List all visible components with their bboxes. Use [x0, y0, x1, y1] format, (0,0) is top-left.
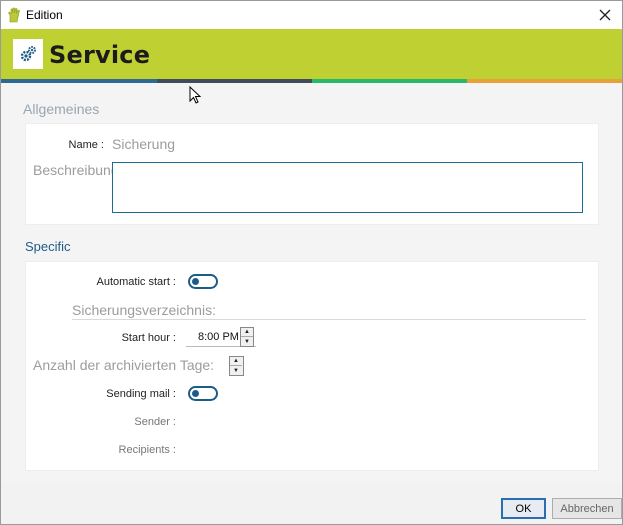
- sending-mail-label: Sending mail :: [106, 388, 176, 400]
- spin-up-icon[interactable]: ▲: [230, 357, 242, 366]
- name-label: Name :: [68, 139, 104, 151]
- cancel-button[interactable]: Abbrechen: [552, 498, 622, 519]
- sending-mail-toggle[interactable]: [188, 386, 218, 401]
- description-textarea[interactable]: [112, 162, 583, 213]
- archived-days-spinner[interactable]: ▲ ▼: [229, 356, 244, 376]
- window-title: Edition: [26, 8, 63, 22]
- start-hour-spinner[interactable]: ▲ ▼: [240, 327, 254, 347]
- start-hour-value: 8:00 PM: [198, 331, 239, 343]
- automatic-start-toggle[interactable]: [188, 274, 218, 289]
- service-banner: Service: [1, 29, 622, 79]
- name-field[interactable]: Sicherung: [112, 136, 175, 152]
- close-icon: [599, 9, 611, 21]
- edition-dialog: Edition Service Allgemeines Name : Siche…: [0, 0, 623, 525]
- page-title: Service: [49, 41, 151, 69]
- specific-panel: Automatic start : Sicherungsverzeichnis:…: [25, 261, 599, 471]
- mouse-cursor-icon: [189, 86, 201, 104]
- backup-directory-label: Sicherungsverzeichnis:: [72, 302, 216, 318]
- ok-button[interactable]: OK: [501, 498, 546, 519]
- hand-icon: [8, 7, 20, 23]
- spin-up-icon[interactable]: ▲: [241, 328, 253, 337]
- description-label: Beschreibung:: [33, 162, 123, 178]
- sender-label: Sender :: [134, 416, 176, 428]
- automatic-start-label: Automatic start :: [96, 276, 176, 288]
- spin-down-icon[interactable]: ▼: [230, 366, 242, 375]
- spin-down-icon[interactable]: ▼: [241, 337, 253, 346]
- gears-icon: [20, 46, 36, 62]
- toggle-knob: [192, 390, 199, 397]
- archived-days-label: Anzahl der archivierten Tage:: [33, 357, 215, 373]
- title-bar[interactable]: Edition: [1, 1, 622, 29]
- general-panel: Name : Sicherung Beschreibung:: [25, 123, 599, 225]
- close-button[interactable]: [588, 1, 622, 29]
- form-content: Allgemeines Name : Sicherung Beschreibun…: [1, 83, 622, 483]
- toggle-knob: [192, 278, 199, 285]
- section-title-specific: Specific: [25, 239, 71, 254]
- recipients-label: Recipients :: [118, 444, 176, 456]
- section-title-general: Allgemeines: [23, 101, 100, 117]
- service-icon-box: [13, 39, 43, 69]
- backup-directory-field[interactable]: [72, 319, 586, 320]
- start-hour-label: Start hour :: [121, 332, 176, 344]
